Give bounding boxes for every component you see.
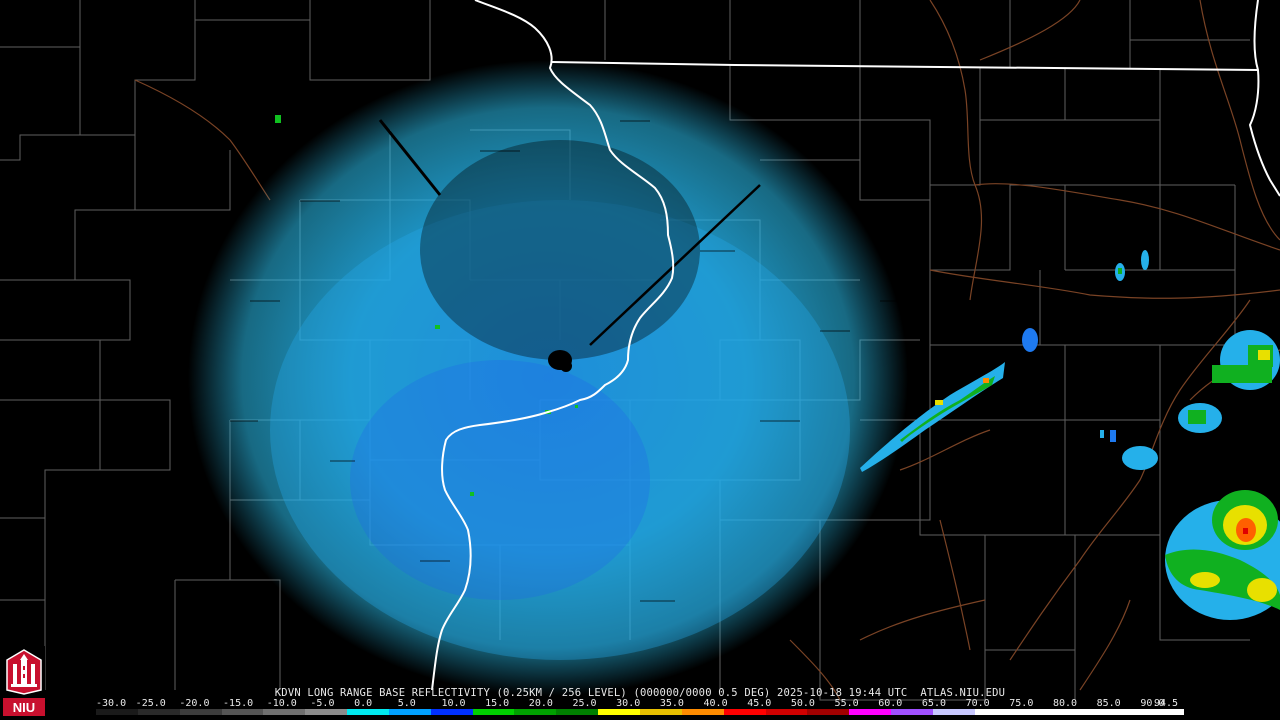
- color-scale-labels: -30.0 -25.0 -20.0 -15.0 -10.0 -5.0 0.0 5.0 10.0 1…: [96, 698, 1188, 709]
- color-scale-swatch: [723, 709, 766, 715]
- color-scale-swatch: [263, 709, 306, 715]
- color-scale-label: 15.0: [485, 698, 510, 709]
- color-scale-swatch: [1142, 709, 1184, 715]
- color-scale-label: 40.0: [703, 698, 728, 709]
- color-scale-label: 70.0: [965, 698, 990, 709]
- color-scale-label: 5.0: [397, 698, 416, 709]
- color-scale-label: 20.0: [528, 698, 553, 709]
- color-scale-label: 75.0: [1009, 698, 1034, 709]
- color-scale-label: 25.0: [572, 698, 597, 709]
- logo-text: NIU: [13, 700, 35, 715]
- color-scale-swatch: [472, 709, 515, 715]
- color-scale-label: 45.0: [747, 698, 772, 709]
- color-scale-swatch: [932, 709, 975, 715]
- color-scale-swatch: [598, 709, 640, 715]
- color-scale-swatch: [1100, 709, 1143, 715]
- color-scale-label: 85.0: [1096, 698, 1121, 709]
- color-scale-swatch: [96, 709, 138, 715]
- color-scale-swatch: [347, 709, 389, 715]
- color-scale-label: 80.0: [1052, 698, 1078, 709]
- color-scale-bar: [96, 709, 1184, 715]
- color-scale-swatch: [974, 709, 1017, 715]
- color-scale-label: -30.0: [96, 698, 127, 709]
- radar-site-marker: [560, 360, 572, 372]
- color-scale-label: -15.0: [223, 698, 254, 709]
- color-scale-label: 50.0: [790, 698, 815, 709]
- color-scale-label: -20.0: [179, 698, 210, 709]
- color-scale-label: 94.5: [1154, 698, 1179, 709]
- color-scale-label: 10.0: [441, 698, 466, 709]
- color-scale-label: 30.0: [616, 698, 641, 709]
- color-scale-swatch: [305, 709, 348, 715]
- color-scale-swatch: [1016, 709, 1059, 715]
- color-scale-label: -25.0: [135, 698, 166, 709]
- color-scale-label: 65.0: [921, 698, 946, 709]
- color-scale-swatch: [388, 709, 431, 715]
- color-scale-swatch: [430, 709, 473, 715]
- color-scale-swatch: [556, 709, 599, 715]
- color-scale-swatch: [1058, 709, 1101, 715]
- color-scale-label: 35.0: [659, 698, 684, 709]
- color-scale-swatch: [849, 709, 892, 715]
- color-scale-swatch: [639, 709, 682, 715]
- color-scale-swatch: [807, 709, 850, 715]
- color-scale-label: -5.0: [310, 698, 335, 709]
- radar-echo-field: [188, 60, 908, 696]
- niu-logo: NIU: [3, 646, 45, 716]
- color-scale-label: -10.0: [266, 698, 297, 709]
- color-scale-swatch: [137, 709, 180, 715]
- radar-map: [0, 0, 1280, 720]
- color-scale-label: 60.0: [878, 698, 903, 709]
- color-scale-swatch: [221, 709, 264, 715]
- color-scale-swatch: [681, 709, 724, 715]
- color-scale-swatch: [514, 709, 557, 715]
- color-scale-swatch: [179, 709, 222, 715]
- color-scale-label: 0.0: [354, 698, 373, 709]
- color-scale-label: 55.0: [834, 698, 859, 709]
- color-scale-swatch: [891, 709, 933, 715]
- color-scale-swatch: [765, 709, 808, 715]
